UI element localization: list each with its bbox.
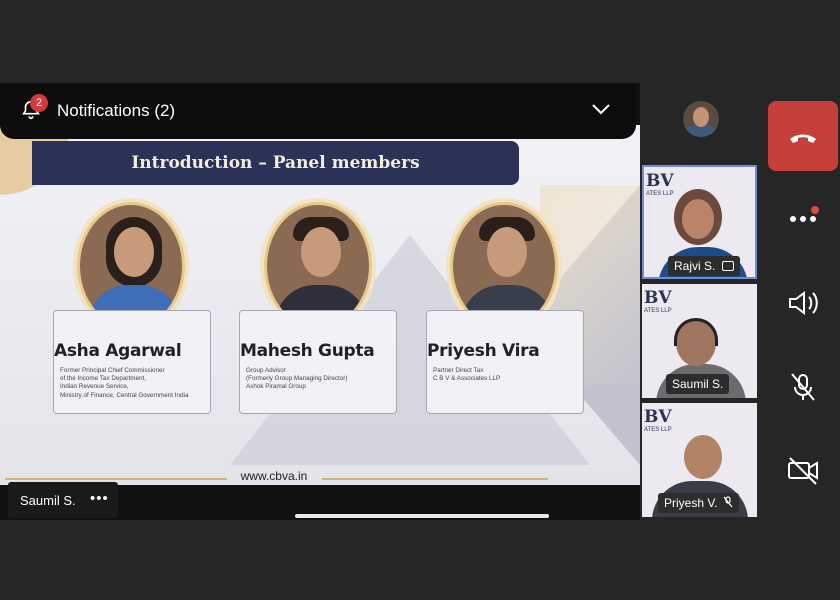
company-logo-sub: ATES LLP — [644, 308, 672, 314]
hang-up-icon — [790, 134, 816, 143]
more-icon — [790, 206, 819, 222]
participant-tile[interactable]: BV ATES LLP Saumil S. — [642, 284, 757, 398]
mic-muted-icon — [791, 373, 815, 401]
mic-muted-icon — [723, 496, 733, 508]
panelist-name: Priyesh Vira — [427, 341, 540, 361]
participant-name-tag: Priyesh V. — [658, 493, 739, 513]
presenter-name: Saumil S. — [20, 493, 76, 508]
notification-badge: 2 — [30, 94, 48, 112]
divider — [5, 478, 227, 480]
participant-name: Priyesh V. — [664, 496, 718, 510]
panelist-card: Asha Agarwal Former Principal Chief Comm… — [53, 310, 211, 414]
company-logo-sub: ATES LLP — [646, 191, 674, 197]
presenter-tag[interactable]: Saumil S. ••• — [8, 482, 118, 518]
panelist-description: Partner Direct Tax C B V & Associates LL… — [433, 367, 501, 383]
panelist-card: Priyesh Vira Partner Direct Tax C B V & … — [426, 310, 584, 414]
notifications-label: Notifications (2) — [57, 101, 176, 120]
participant-tile[interactable]: BV ATES LLP Priyesh V. — [642, 403, 757, 517]
company-logo: BV — [644, 407, 672, 427]
headset-icon — [674, 318, 718, 346]
camera-off-icon — [788, 457, 818, 485]
hang-up-button[interactable] — [768, 101, 838, 171]
company-logo-sub: ATES LLP — [644, 427, 672, 433]
participant-name: Saumil S. — [672, 377, 724, 391]
divider — [322, 478, 548, 480]
speaker-button[interactable] — [780, 283, 826, 323]
slide-title: Introduction – Panel members — [131, 153, 420, 173]
company-logo: BV — [646, 171, 674, 191]
participant-name: Rajvi S. — [674, 259, 716, 273]
more-button[interactable] — [780, 198, 826, 238]
company-logo: BV — [644, 288, 672, 308]
chevron-down-icon[interactable] — [590, 101, 612, 117]
panelist-description: Former Principal Chief Commissioner of t… — [60, 367, 189, 399]
website-url: www.cbva.in — [240, 469, 308, 483]
speaker-icon — [789, 291, 818, 315]
mute-button[interactable] — [780, 367, 826, 407]
panelist-name: Mahesh Gupta — [240, 341, 375, 361]
participant-name-tag: Saumil S. — [666, 374, 730, 394]
notifications-bar[interactable]: 2 Notifications (2) — [0, 83, 636, 139]
slide-scrollbar[interactable] — [295, 514, 549, 518]
panelist-description: Group Advisor (Formerly Group Managing D… — [246, 367, 348, 391]
more-options-icon[interactable]: ••• — [90, 490, 109, 507]
screen-share-icon — [721, 261, 734, 271]
presentation-slide: Introduction – Panel members Asha Agarwa… — [0, 125, 640, 485]
participant-name-tag: Rajvi S. — [668, 256, 740, 276]
panelist-name: Asha Agarwal — [54, 341, 182, 361]
panelist-card: Mahesh Gupta Group Advisor (Formerly Gro… — [239, 310, 397, 414]
slide-title-bar: Introduction – Panel members — [32, 141, 519, 185]
self-avatar[interactable] — [683, 101, 719, 137]
participant-tile[interactable]: BV ATES LLP Rajvi S. — [642, 165, 757, 279]
camera-button[interactable] — [780, 450, 826, 490]
